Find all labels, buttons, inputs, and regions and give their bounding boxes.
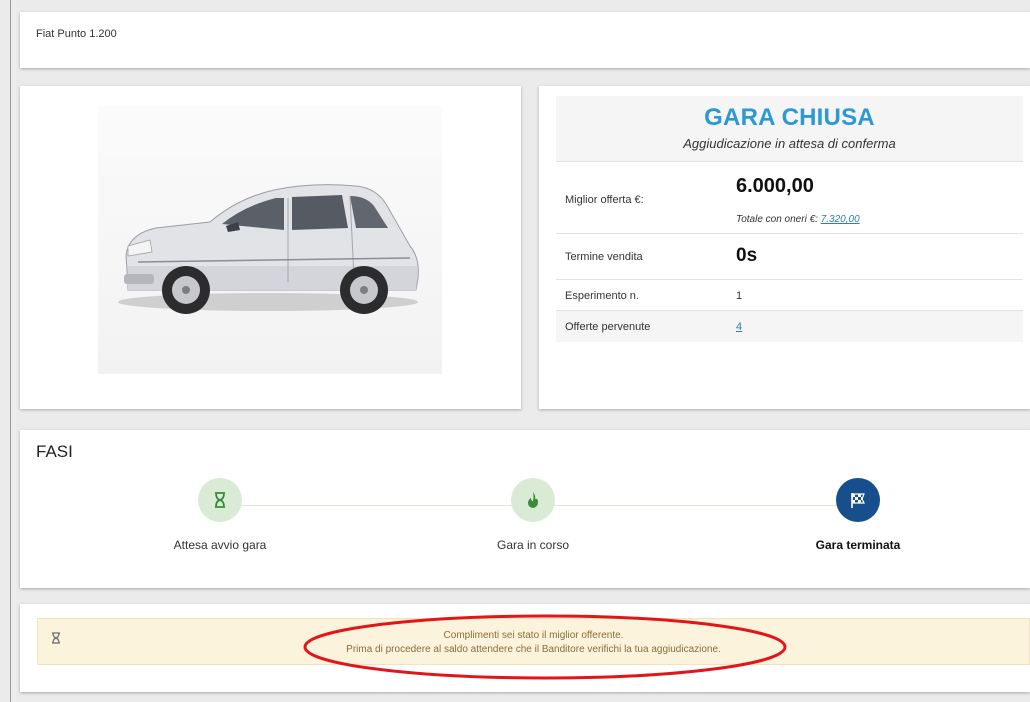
phase-waiting: Attesa avvio gara: [120, 478, 320, 552]
total-with-fees: Totale con oneri €: 7.320,00: [736, 214, 860, 225]
total-label: Totale con oneri €:: [736, 214, 818, 225]
auction-status-subtitle: Aggiudicazione in attesa di conferma: [683, 136, 896, 151]
lot-title: Fiat Punto 1.200: [36, 28, 117, 40]
hourglass-icon: [215, 492, 225, 508]
sale-term-label: Termine vendita: [565, 251, 643, 263]
phase-finished-label: Gara terminata: [815, 538, 901, 552]
best-offer-row: Miglior offerta €: 6.000,00 Totale con o…: [556, 162, 1023, 234]
auction-status-box: GARA CHIUSA Aggiudicazione in attesa di …: [556, 96, 1023, 162]
phases-card: FASI Attesa avvio gara Gara in corso Gar…: [20, 430, 1030, 588]
phases-title: FASI: [36, 442, 73, 461]
fire-icon: [528, 492, 538, 508]
phase-finished-circle: [836, 478, 880, 522]
lot-image-card: [20, 86, 521, 409]
experiment-label: Esperimento n.: [565, 290, 639, 302]
highlight-annotation-ellipse: [303, 614, 787, 680]
sale-term-value: 0s: [736, 245, 758, 266]
best-offer-label: Miglior offerta €:: [565, 194, 644, 206]
offers-received-link[interactable]: 4: [736, 321, 742, 333]
auction-info-card: GARA CHIUSA Aggiudicazione in attesa di …: [539, 86, 1030, 409]
phase-waiting-label: Attesa avvio gara: [173, 538, 267, 552]
phase-waiting-circle: [198, 478, 242, 522]
phase-in-progress-circle: [511, 478, 555, 522]
total-value-link[interactable]: 7.320,00: [821, 214, 860, 225]
left-border: [10, 0, 11, 702]
experiment-row: Esperimento n. 1: [556, 280, 1023, 311]
auction-info-table: Miglior offerta €: 6.000,00 Totale con o…: [556, 162, 1023, 342]
auction-status-title: GARA CHIUSA: [704, 104, 875, 131]
experiment-value: 1: [736, 290, 743, 302]
checkered-flag-icon: [851, 493, 865, 508]
offers-received-row: Offerte pervenute 4: [556, 311, 1023, 342]
phase-in-progress: Gara in corso: [433, 478, 633, 552]
phase-finished: Gara terminata: [758, 478, 958, 552]
best-offer-value: 6.000,00: [736, 175, 814, 197]
phase-in-progress-label: Gara in corso: [496, 538, 570, 552]
lot-title-card: Fiat Punto 1.200: [20, 12, 1030, 68]
sale-term-row: Termine vendita 0s: [556, 234, 1023, 280]
offers-received-label: Offerte pervenute: [565, 321, 651, 333]
car-photo[interactable]: [98, 106, 442, 374]
